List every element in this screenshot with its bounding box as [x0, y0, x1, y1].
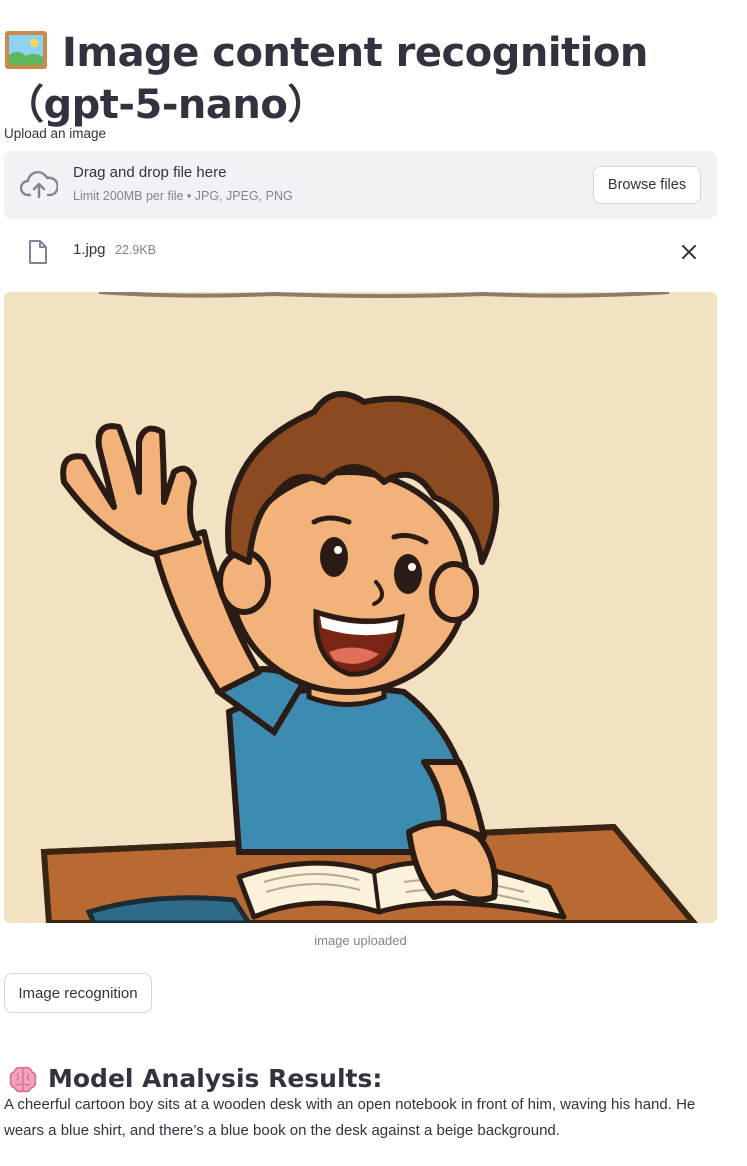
uploaded-image [4, 292, 717, 923]
cloud-upload-icon [19, 167, 59, 203]
page-title: Image content recognition（gpt-5-nano） [4, 27, 734, 131]
file-dropzone[interactable]: Drag and drop file here Limit 200MB per … [4, 151, 717, 219]
file-name: 1.jpg [73, 241, 106, 258]
uploaded-file-row: 1.jpg 22.9KB [4, 232, 717, 272]
image-recognition-button[interactable]: Image recognition [4, 973, 152, 1013]
page-title-text: Image content recognition（gpt-5-nano） [4, 29, 648, 128]
image-caption: image uploaded [314, 933, 407, 948]
upload-label: Upload an image [4, 126, 107, 141]
file-size: 22.9KB [115, 243, 157, 257]
close-icon[interactable] [677, 240, 701, 264]
dropzone-limit: Limit 200MB per file • JPG, JPEG, PNG [73, 189, 293, 203]
results-text: A cheerful cartoon boy sits at a wooden … [4, 1096, 696, 1139]
browse-files-button[interactable]: Browse files [593, 166, 701, 204]
brain-icon [8, 1064, 38, 1094]
dropzone-instructions: Drag and drop file here [73, 164, 227, 181]
file-icon [28, 239, 48, 265]
framed-picture-icon [4, 30, 48, 70]
